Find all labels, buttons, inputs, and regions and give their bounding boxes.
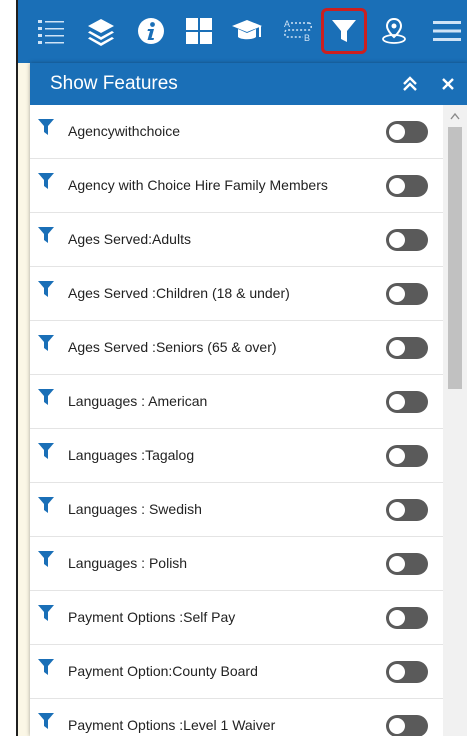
filter-icon xyxy=(38,281,54,297)
toggle-knob xyxy=(389,124,405,140)
feature-row: Languages : American xyxy=(30,375,443,429)
legend-button[interactable] xyxy=(28,8,74,54)
collapse-button[interactable] xyxy=(398,72,422,96)
feature-row: Payment Options :Self Pay xyxy=(30,591,443,645)
filter-icon xyxy=(38,497,54,513)
toggle-knob xyxy=(389,502,405,518)
filter-icon xyxy=(38,173,54,189)
toggle-knob xyxy=(389,664,405,680)
feature-label: Agency with Choice Hire Family Members xyxy=(68,177,328,193)
layers-button[interactable] xyxy=(78,8,124,54)
feature-row: Ages Served:Adults xyxy=(30,213,443,267)
app-frame: A B Show Features Agencywithchoice Agenc… xyxy=(16,0,467,736)
feature-row: Languages : Swedish xyxy=(30,483,443,537)
feature-label: Languages :Tagalog xyxy=(68,447,195,463)
toggle-knob xyxy=(389,718,405,734)
feature-label: Languages : American xyxy=(68,393,208,409)
svg-text:B: B xyxy=(304,33,310,43)
chevron-double-up-icon xyxy=(403,76,417,91)
filter-icon xyxy=(38,335,54,351)
feature-toggle[interactable] xyxy=(386,553,428,575)
feature-toggle[interactable] xyxy=(386,715,428,736)
toggle-knob xyxy=(389,394,405,410)
feature-toggle[interactable] xyxy=(386,607,428,629)
location-button[interactable] xyxy=(371,8,417,54)
feature-row: Payment Options :Level 1 Waiver xyxy=(30,699,443,736)
directions-button[interactable]: A B xyxy=(274,8,320,54)
feature-list: Agencywithchoice Agency with Choice Hire … xyxy=(30,105,443,736)
feature-toggle[interactable] xyxy=(386,121,428,143)
close-button[interactable] xyxy=(436,72,460,96)
scrollbar-thumb[interactable] xyxy=(448,127,462,389)
toggle-knob xyxy=(389,556,405,572)
education-button[interactable] xyxy=(224,8,270,54)
menu-button[interactable] xyxy=(423,8,467,54)
feature-label: Ages Served :Children (18 & under) xyxy=(68,285,290,301)
filter-icon xyxy=(38,389,54,405)
scrollbar[interactable] xyxy=(443,105,467,736)
toggle-knob xyxy=(389,232,405,248)
location-pin-icon xyxy=(382,17,406,44)
directions-icon: A B xyxy=(284,19,312,43)
feature-row: Ages Served :Seniors (65 & over) xyxy=(30,321,443,375)
feature-label: Languages : Polish xyxy=(68,555,188,571)
feature-label: Payment Options :Self Pay xyxy=(68,609,236,625)
filter-icon xyxy=(38,605,54,621)
scroll-up-icon[interactable] xyxy=(449,111,461,121)
feature-label: Ages Served :Seniors (65 & over) xyxy=(68,339,277,355)
feature-label: Languages : Swedish xyxy=(68,501,202,517)
filter-icon xyxy=(38,713,54,729)
feature-toggle[interactable] xyxy=(386,283,428,305)
filter-icon xyxy=(38,659,54,675)
filter-icon xyxy=(332,20,356,42)
svg-text:A: A xyxy=(284,19,290,29)
toolbar: A B xyxy=(18,0,467,63)
basemap-grid-icon xyxy=(186,18,212,44)
close-icon xyxy=(442,78,454,90)
feature-row: Languages :Tagalog xyxy=(30,429,443,483)
filter-icon xyxy=(38,119,54,135)
feature-label: Payment Options :Level 1 Waiver xyxy=(68,717,276,733)
toggle-knob xyxy=(389,610,405,626)
filter-icon xyxy=(38,551,54,567)
feature-row: Payment Option:County Board xyxy=(30,645,443,699)
feature-label: Payment Option:County Board xyxy=(68,663,258,679)
filter-button[interactable] xyxy=(321,8,367,54)
feature-row: Ages Served :Children (18 & under) xyxy=(30,267,443,321)
feature-toggle[interactable] xyxy=(386,661,428,683)
feature-toggle[interactable] xyxy=(386,499,428,521)
education-cap-icon xyxy=(232,20,262,40)
info-button[interactable] xyxy=(128,8,174,54)
filter-icon xyxy=(38,443,54,459)
map-background xyxy=(18,63,30,736)
feature-label: Ages Served:Adults xyxy=(68,231,191,247)
feature-toggle[interactable] xyxy=(386,337,428,359)
layers-icon xyxy=(88,19,114,46)
feature-label: Agencywithchoice xyxy=(68,123,181,139)
feature-row: Agency with Choice Hire Family Members xyxy=(30,159,443,213)
info-icon xyxy=(138,18,164,44)
panel-header: Show Features xyxy=(30,63,467,105)
feature-toggle[interactable] xyxy=(386,391,428,413)
basemap-button[interactable] xyxy=(176,8,222,54)
feature-toggle[interactable] xyxy=(386,229,428,251)
legend-icon xyxy=(38,20,64,44)
toggle-knob xyxy=(389,178,405,194)
panel-title: Show Features xyxy=(50,73,178,94)
show-features-panel: Show Features Agencywithchoice Agency wit… xyxy=(30,63,467,736)
toggle-knob xyxy=(389,286,405,302)
filter-icon xyxy=(38,227,54,243)
feature-toggle[interactable] xyxy=(386,175,428,197)
feature-row: Languages : Polish xyxy=(30,537,443,591)
feature-toggle[interactable] xyxy=(386,445,428,467)
feature-row: Agencywithchoice xyxy=(30,105,443,159)
toggle-knob xyxy=(389,340,405,356)
menu-icon xyxy=(433,21,461,41)
toggle-knob xyxy=(389,448,405,464)
